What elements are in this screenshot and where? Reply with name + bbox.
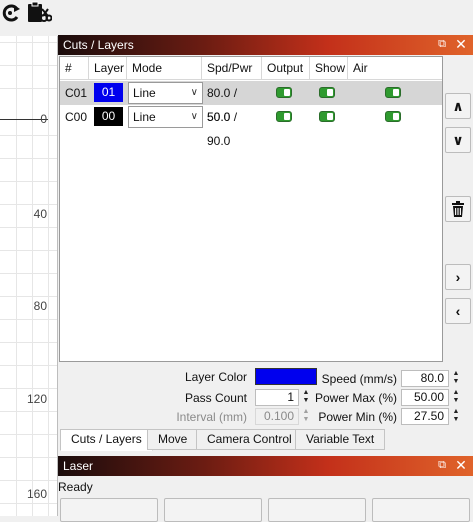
move-layer-up-button[interactable]: ∧ — [445, 93, 471, 119]
layer-settings: Layer Color Pass Count 1 ▲ ▼ Interval (mm… — [59, 366, 473, 426]
show-toggle[interactable] — [319, 111, 335, 122]
output-toggle[interactable] — [276, 111, 292, 122]
power-min-label: Power Min (%) — [318, 410, 397, 424]
pass-count-stepper[interactable]: ▲ ▼ — [300, 389, 312, 406]
cuts-layers-titlebar: Cuts / Layers ⧉ ✕ — [58, 35, 473, 55]
laser-button[interactable] — [164, 498, 262, 522]
column-header[interactable]: # — [60, 57, 89, 80]
cut-id: C00 — [65, 110, 88, 124]
mode-select[interactable]: Line ∨ — [128, 106, 203, 128]
ruler-label: 40 — [33, 207, 47, 221]
float-panel-icon[interactable]: ⧉ — [435, 458, 449, 472]
table-row[interactable]: C00 00 Line ∨ 50.0 / 90.0 — [60, 105, 442, 148]
power-min-stepper[interactable]: ▲ ▼ — [450, 408, 462, 425]
mode-value: Line — [133, 86, 156, 100]
close-icon[interactable]: ✕ — [454, 37, 468, 51]
rotate-icon[interactable] — [0, 1, 22, 28]
chevron-down-icon: ∨ — [190, 87, 198, 98]
expand-right-button[interactable]: › — [445, 264, 471, 290]
panel-title: Laser — [63, 459, 94, 473]
column-header[interactable]: Output — [262, 57, 310, 80]
output-toggle[interactable] — [276, 87, 292, 98]
speed-stepper[interactable]: ▲ ▼ — [450, 370, 462, 387]
speed-input[interactable]: 80.0 — [401, 370, 449, 387]
speed-power: 50.0 / 90.0 — [207, 110, 238, 148]
laser-button[interactable] — [372, 498, 470, 522]
tab-camera-control[interactable]: Camera Control — [196, 429, 303, 450]
laser-button[interactable] — [60, 498, 158, 522]
speed-label: Speed (mm/s) — [321, 372, 397, 386]
layer-color-swatch[interactable] — [255, 368, 317, 385]
power-min-input[interactable]: 27.50 — [401, 408, 449, 425]
clipboard-cut-icon[interactable] — [26, 1, 53, 28]
chevron-down-icon: ∨ — [190, 111, 198, 122]
ruler-label: 120 — [26, 392, 47, 406]
move-layer-down-button[interactable]: ∨ — [445, 127, 471, 153]
tab-move[interactable]: Move — [147, 429, 199, 450]
power-max-label: Power Max (%) — [315, 391, 398, 405]
tab-variable-text[interactable]: Variable Text — [295, 429, 386, 450]
pass-count-input[interactable]: 1 — [255, 389, 299, 406]
laser-titlebar: Laser ⧉ ✕ — [58, 456, 473, 476]
chevron-right-icon: › — [455, 269, 461, 285]
air-toggle[interactable] — [385, 87, 401, 98]
table-row[interactable]: C01 01 Line ∨ 80.0 / 50.0 — [60, 81, 442, 124]
column-header[interactable]: Spd/Pwr — [202, 57, 262, 80]
ruler-label: 160 — [26, 487, 47, 501]
pass-count-label: Pass Count — [184, 391, 247, 405]
show-toggle[interactable] — [319, 87, 335, 98]
power-max-input[interactable]: 50.00 — [401, 389, 449, 406]
laser-panel: Ready — [58, 476, 473, 522]
layer-color-chip[interactable]: 01 — [94, 83, 123, 102]
table-header: # Layer Mode Spd/Pwr Output Show Air — [60, 57, 442, 80]
chevron-up-icon: ∧ — [452, 98, 464, 114]
chevron-down-icon: ∨ — [452, 132, 464, 148]
interval-label: Interval (mm) — [176, 410, 247, 424]
laser-status: Ready — [58, 480, 93, 494]
column-header[interactable]: Air — [348, 57, 388, 80]
panel-title: Cuts / Layers — [63, 38, 134, 52]
air-toggle[interactable] — [385, 111, 401, 122]
mode-select[interactable]: Line ∨ — [128, 82, 203, 104]
collapse-left-button[interactable]: ‹ — [445, 298, 471, 324]
mode-value: Line — [133, 110, 156, 124]
chevron-left-icon: ‹ — [455, 303, 461, 319]
column-header[interactable]: Show — [310, 57, 348, 80]
column-header[interactable]: Mode — [127, 57, 202, 80]
close-icon[interactable]: ✕ — [454, 458, 468, 472]
delete-layer-button[interactable] — [445, 196, 471, 222]
panel-tabs: Cuts / Layers Move Camera Control Variab… — [58, 429, 473, 451]
layer-color-chip[interactable]: 00 — [94, 107, 123, 126]
layer-color-label: Layer Color — [184, 370, 247, 384]
ruler-label: 80 — [33, 299, 47, 313]
trash-icon — [451, 201, 465, 220]
speed-power: 80.0 / 50.0 — [207, 86, 238, 124]
laser-button[interactable] — [268, 498, 366, 522]
design-canvas[interactable]: 0 40 80 120 160 — [0, 36, 58, 516]
column-header[interactable]: Layer — [89, 57, 127, 80]
power-max-stepper[interactable]: ▲ ▼ — [450, 389, 462, 406]
tab-cuts-layers[interactable]: Cuts / Layers — [60, 429, 153, 451]
toolbar — [0, 0, 473, 34]
cut-id: C01 — [65, 86, 88, 100]
float-panel-icon[interactable]: ⧉ — [435, 37, 449, 51]
interval-stepper[interactable]: ▲ ▼ — [300, 408, 312, 425]
ruler-label: 0 — [40, 112, 47, 126]
layers-table: # Layer Mode Spd/Pwr Output Show Air C01… — [59, 56, 443, 362]
interval-input[interactable]: 0.100 — [255, 408, 299, 425]
